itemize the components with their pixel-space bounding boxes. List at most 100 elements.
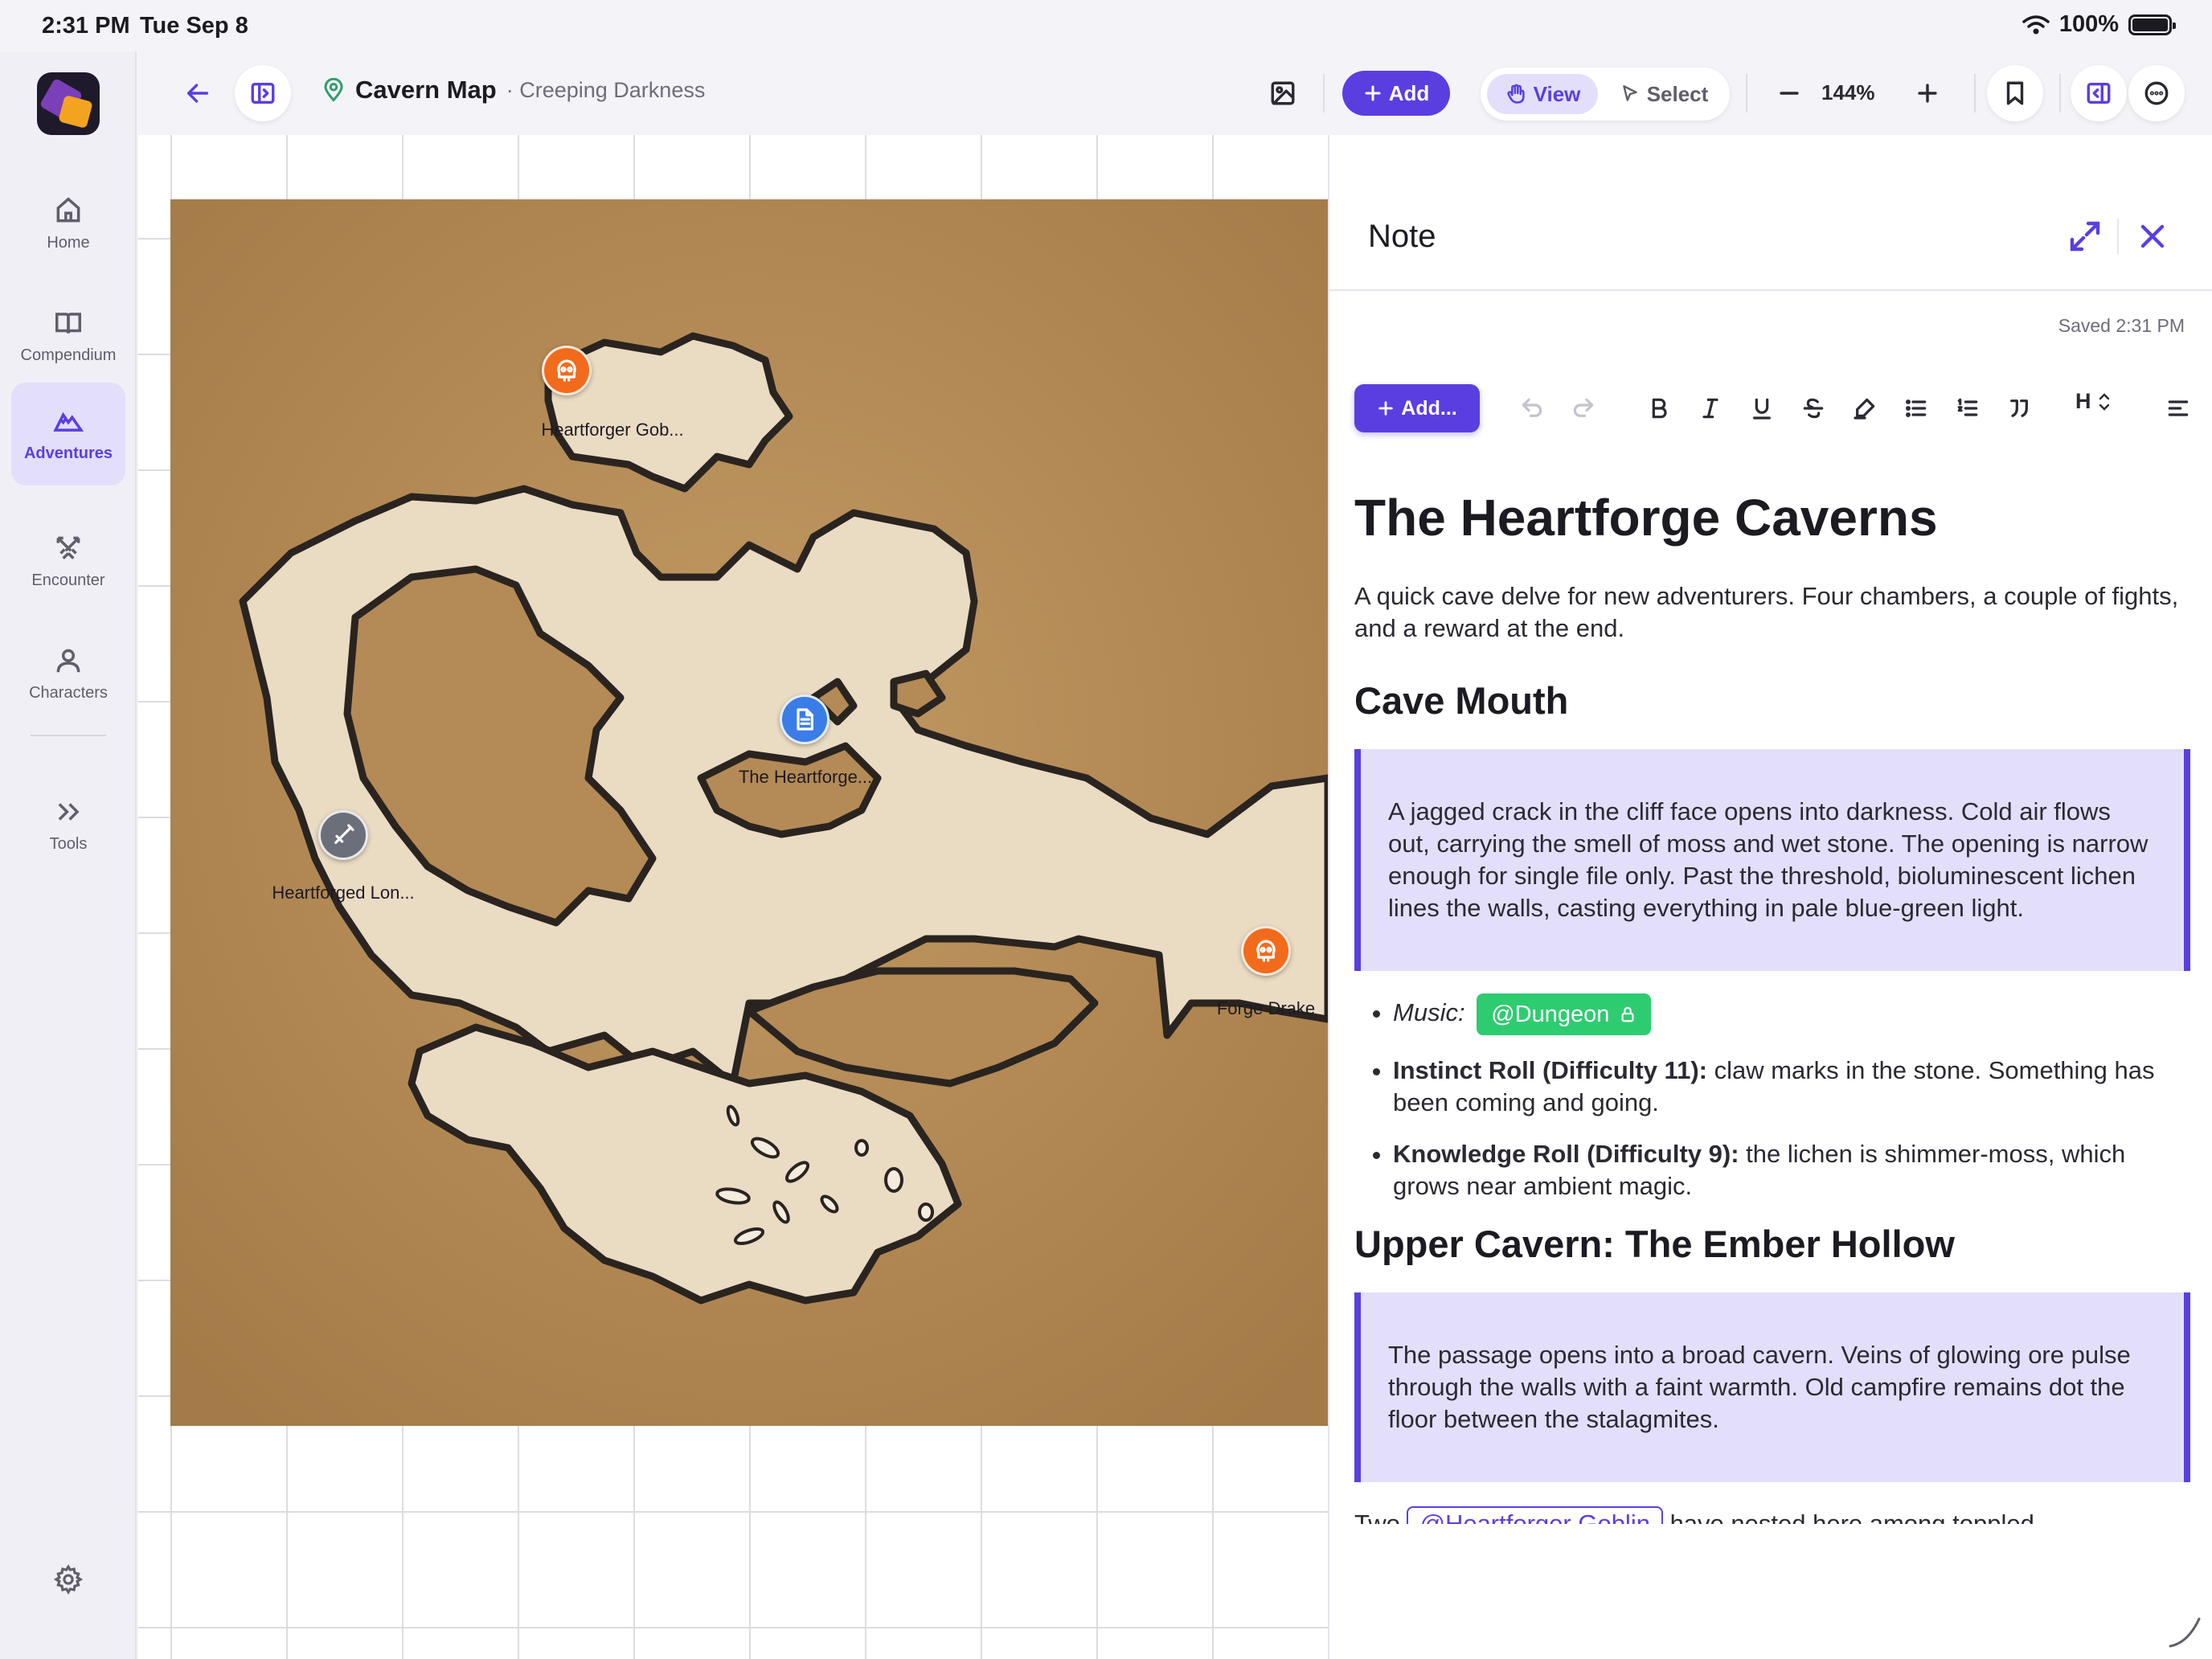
mode-toggle: View Select [1481,68,1730,121]
page-subtitle: · Creeping Darkness [506,77,706,102]
resize-handle-icon[interactable] [2164,1611,2204,1651]
formatting-toolbar: Add... H [1329,381,2212,439]
status-right: 100% [2022,11,2176,38]
battery-percent: 100% [2058,11,2119,37]
sidebar-item-compendium[interactable]: Compendium [11,285,125,387]
highlight-button[interactable] [1847,391,1882,426]
map-image-button[interactable] [1259,69,1307,117]
document-title: The Heartforge Caverns [1354,489,1938,547]
bookmark-button[interactable] [1987,65,2043,121]
top-toolbar: Cavern Map · Creeping Darkness Add View … [138,51,2212,135]
toggle-panel-button[interactable] [2071,65,2127,121]
align-button[interactable] [2161,391,2196,426]
ellipsis-circle-icon [2144,81,2169,105]
music-tag[interactable]: @Dungeon [1477,993,1652,1035]
sidebar-item-label: Home [47,233,90,252]
sidebar-item-characters[interactable]: Characters [11,622,125,725]
section-heading: Cave Mouth [1354,678,1569,722]
map-pin-label: The Heartforge... [738,767,873,787]
strikethrough-icon [1803,398,1824,419]
toolbar-divider [1974,74,1976,113]
map-pin-label: Heartforged Lon... [272,883,415,903]
strikethrough-button[interactable] [1796,391,1831,426]
italic-button[interactable] [1693,391,1728,426]
zoom-out-button[interactable] [1765,69,1813,117]
battery-icon [2128,14,2176,35]
read-aloud-callout: A jagged crack in the cliff face opens i… [1354,748,2190,971]
expand-icon[interactable] [2066,217,2104,256]
heading-menu-button[interactable]: H [2075,389,2112,414]
book-icon [55,312,81,334]
skull-icon [1256,940,1276,962]
map-pin-forge-drake[interactable] [1241,926,1291,976]
list-item: Knowledge Roll (Difficulty 9): the liche… [1393,1138,2190,1202]
arrow-left-icon [186,84,209,103]
page-title: Cavern Map [355,76,497,104]
toolbar-divider [1323,74,1325,113]
person-icon [56,649,80,672]
bullet-list-button[interactable] [1899,391,1934,426]
read-aloud-callout: The passage opens into a broad cavern. V… [1354,1292,2190,1483]
minus-icon [1780,92,1799,95]
bold-button[interactable] [1641,391,1677,426]
sidebar-item-tools[interactable]: Tools [11,773,125,876]
sidebar-item-label: Encounter [31,571,105,589]
wifi-icon [2022,14,2050,34]
roll-label: Knowledge Roll (Difficulty 9): [1393,1139,1739,1168]
sidebar-divider [31,735,106,736]
back-button[interactable] [174,69,222,117]
quote-button[interactable] [2001,391,2037,426]
map-pin-heartforge-note[interactable] [780,694,830,744]
underline-button[interactable] [1744,391,1780,426]
plus-icon [1918,84,1937,103]
sidebar-item-label: Compendium [20,346,117,364]
bookmark-icon [2006,81,2024,105]
sidebar-item-home[interactable]: Home [11,172,125,275]
map-canvas[interactable]: Heartforger Gob... The Heartforge... Hea… [138,135,1328,1659]
status-bar: 2:31 PM Tue Sep 8 100% [0,0,2212,51]
highlighter-icon [1854,398,1875,420]
mention-tag[interactable]: @Heartforger Goblin [1407,1506,1663,1525]
lock-icon [1621,1006,1634,1022]
note-document[interactable]: The Heartforge Caverns A quick cave delv… [1354,489,2190,1525]
pointer-icon [1622,85,1637,101]
toggle-sidebar-button[interactable] [235,65,291,121]
toolbar-divider [2059,74,2061,113]
header-divider [2117,219,2119,254]
status-date: Tue Sep 8 [140,13,248,39]
sidebar-item-adventures[interactable]: Adventures [11,383,125,485]
image-icon [1271,81,1295,105]
crossed-swords-icon [56,536,80,559]
note-panel-title: Note [1368,219,1436,254]
app-logo[interactable] [37,72,100,135]
list-item: Instinct Roll (Difficulty 11): claw mark… [1393,1055,2190,1119]
close-icon[interactable] [2133,217,2172,256]
insert-add-button[interactable]: Add... [1354,384,1480,432]
zoom-level: 144% [1821,80,1875,104]
music-tag-label: @Dungeon [1491,1001,1610,1027]
view-mode-button[interactable]: View [1487,74,1598,114]
map-pin-heartforger-goblin[interactable] [542,346,592,395]
map-pin-heartforged-longsword[interactable] [318,810,368,860]
undo-icon [1522,398,1542,417]
more-options-button[interactable] [2128,65,2185,121]
underline-icon [1753,398,1771,420]
undo-button[interactable] [1514,391,1550,426]
bullet-list-icon [1906,399,1927,417]
sidebar-item-encounter[interactable]: Encounter [11,510,125,612]
tail-text: have nested here among toppled [1662,1509,2034,1525]
chevron-updown-icon [2099,392,2109,411]
sidebar-item-label: Adventures [23,444,113,462]
add-button[interactable]: Add [1342,71,1450,116]
zoom-in-button[interactable] [1903,69,1952,117]
select-mode-button[interactable]: Select [1608,74,1720,114]
redo-button[interactable] [1566,391,1601,426]
map-pin-icon [324,78,343,102]
numbered-list-button[interactable] [1950,391,1985,426]
intro-paragraph: A quick cave delve for new adventurers. … [1354,581,2179,642]
mountain-icon [53,412,84,432]
insert-add-label: Add... [1401,396,1457,420]
gear-icon[interactable] [53,1564,84,1595]
plus-icon [1365,85,1381,101]
hand-icon [1506,84,1525,104]
